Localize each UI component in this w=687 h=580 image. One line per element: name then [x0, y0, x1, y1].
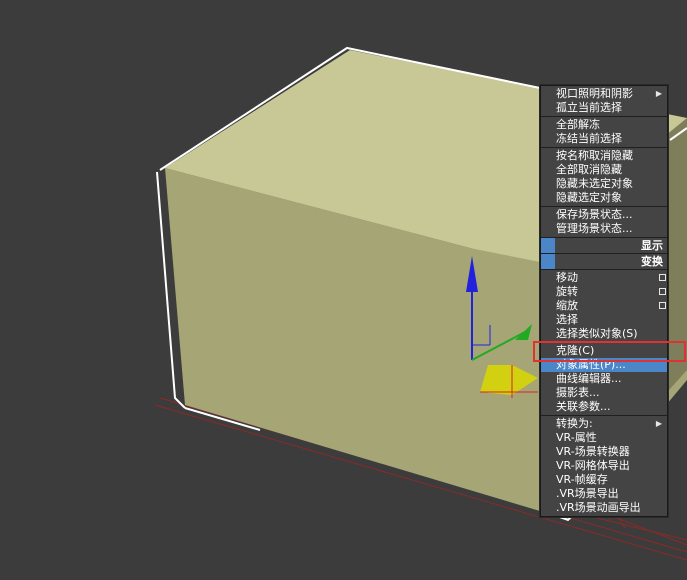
options-box-icon[interactable] [659, 274, 666, 281]
menu-item-label: 旋转 [556, 285, 578, 298]
menu-item-convert-to[interactable]: 转换为: ▶ [541, 417, 667, 431]
menu-item-label: .VR场景动画导出 [556, 501, 641, 514]
menu-item-clone[interactable]: 克隆(C) [541, 344, 667, 358]
menu-item-manage-scene-states[interactable]: 管理场景状态... [541, 222, 667, 236]
menu-item-move[interactable]: 移动 [541, 271, 667, 285]
menu-item-vr-scene-anim-export[interactable]: .VR场景动画导出 [541, 501, 667, 515]
quad-swatch [541, 254, 555, 269]
menu-item-dope-sheet[interactable]: 摄影表... [541, 386, 667, 400]
menu-item-label: 关联参数... [556, 400, 611, 413]
menu-item-label: 选择 [556, 313, 578, 326]
menu-item-curve-editor[interactable]: 曲线编辑器... [541, 372, 667, 386]
menu-item-vr-scene-export[interactable]: .VR场景导出 [541, 487, 667, 501]
menu-item-label: 选择类似对象(S) [556, 327, 638, 340]
menu-group-convert: 转换为: ▶ VR-属性 VR-场景转换器 VR-网格体导出 VR-帧缓存 .V… [541, 416, 667, 516]
menu-item-label: VR-帧缓存 [556, 473, 608, 486]
menu-item-label: VR-场景转换器 [556, 445, 630, 458]
menu-item-label: 克隆(C) [556, 344, 595, 357]
menu-item-label: 孤立当前选择 [556, 101, 622, 114]
menu-group-tools: 克隆(C) 对象属性(P)... 曲线编辑器... 摄影表... 关联参数... [541, 343, 667, 416]
menu-item-label: VR-属性 [556, 431, 597, 444]
menu-item-label: 曲线编辑器... [556, 372, 622, 385]
menu-item-vr-scene-converter[interactable]: VR-场景转换器 [541, 445, 667, 459]
menu-item-vr-mesh-export[interactable]: VR-网格体导出 [541, 459, 667, 473]
menu-item-unhide-all[interactable]: 全部取消隐藏 [541, 163, 667, 177]
menu-group-scene-states: 保存场景状态... 管理场景状态... [541, 207, 667, 238]
menu-item-select-similar[interactable]: 选择类似对象(S) [541, 327, 667, 341]
menu-item-label: 隐藏选定对象 [556, 191, 622, 204]
menu-item-unhide-by-name[interactable]: 按名称取消隐藏 [541, 149, 667, 163]
menu-item-label: 缩放 [556, 299, 578, 312]
menu-item-label: 全部解冻 [556, 118, 600, 131]
menu-item-unfreeze-all[interactable]: 全部解冻 [541, 118, 667, 132]
menu-item-rotate[interactable]: 旋转 [541, 285, 667, 299]
menu-item-viewport-lighting[interactable]: 视口照明和阴影 ▶ [541, 87, 667, 101]
menu-group-lighting: 视口照明和阴影 ▶ 孤立当前选择 [541, 86, 667, 117]
menu-item-label: 转换为: [556, 417, 593, 430]
menu-item-vr-properties[interactable]: VR-属性 [541, 431, 667, 445]
menu-item-isolate-selection[interactable]: 孤立当前选择 [541, 101, 667, 115]
quad-title-transform: 变换 [641, 255, 663, 268]
menu-item-label: 对象属性(P)... [556, 358, 626, 371]
menu-item-label: 全部取消隐藏 [556, 163, 622, 176]
menu-item-scale[interactable]: 缩放 [541, 299, 667, 313]
menu-group-hide: 按名称取消隐藏 全部取消隐藏 隐藏未选定对象 隐藏选定对象 [541, 148, 667, 207]
menu-item-label: 摄影表... [556, 386, 600, 399]
menu-item-vr-frame-buffer[interactable]: VR-帧缓存 [541, 473, 667, 487]
menu-group-transform: 移动 旋转 缩放 选择 选择类似对象(S) [541, 270, 667, 343]
menu-item-hide-selection[interactable]: 隐藏选定对象 [541, 191, 667, 205]
menu-item-save-scene-state[interactable]: 保存场景状态... [541, 208, 667, 222]
quad-swatch [541, 238, 555, 253]
options-box-icon[interactable] [659, 302, 666, 309]
menu-item-hide-unselected[interactable]: 隐藏未选定对象 [541, 177, 667, 191]
menu-group-freeze: 全部解冻 冻结当前选择 [541, 117, 667, 148]
menu-item-freeze-selection[interactable]: 冻结当前选择 [541, 132, 667, 146]
quad-title-display: 显示 [641, 239, 663, 252]
menu-item-wire-parameters[interactable]: 关联参数... [541, 400, 667, 414]
quad-header-display: 显示 [541, 238, 667, 254]
submenu-arrow-icon: ▶ [655, 419, 662, 428]
menu-item-label: 保存场景状态... [556, 208, 633, 221]
quad-menu: 视口照明和阴影 ▶ 孤立当前选择 全部解冻 冻结当前选择 按名称取消隐藏 全部取… [540, 85, 668, 517]
menu-item-label: 管理场景状态... [556, 222, 633, 235]
menu-item-label: 移动 [556, 271, 578, 284]
menu-item-object-properties[interactable]: 对象属性(P)... [541, 358, 667, 372]
menu-item-label: VR-网格体导出 [556, 459, 630, 472]
menu-item-label: 视口照明和阴影 [556, 87, 633, 100]
menu-item-label: 冻结当前选择 [556, 132, 622, 145]
menu-item-label: .VR场景导出 [556, 487, 619, 500]
submenu-arrow-icon: ▶ [655, 89, 662, 98]
quad-header-transform: 变换 [541, 254, 667, 270]
menu-item-label: 按名称取消隐藏 [556, 149, 633, 162]
menu-item-label: 隐藏未选定对象 [556, 177, 633, 190]
options-box-icon[interactable] [659, 288, 666, 295]
menu-item-select[interactable]: 选择 [541, 313, 667, 327]
